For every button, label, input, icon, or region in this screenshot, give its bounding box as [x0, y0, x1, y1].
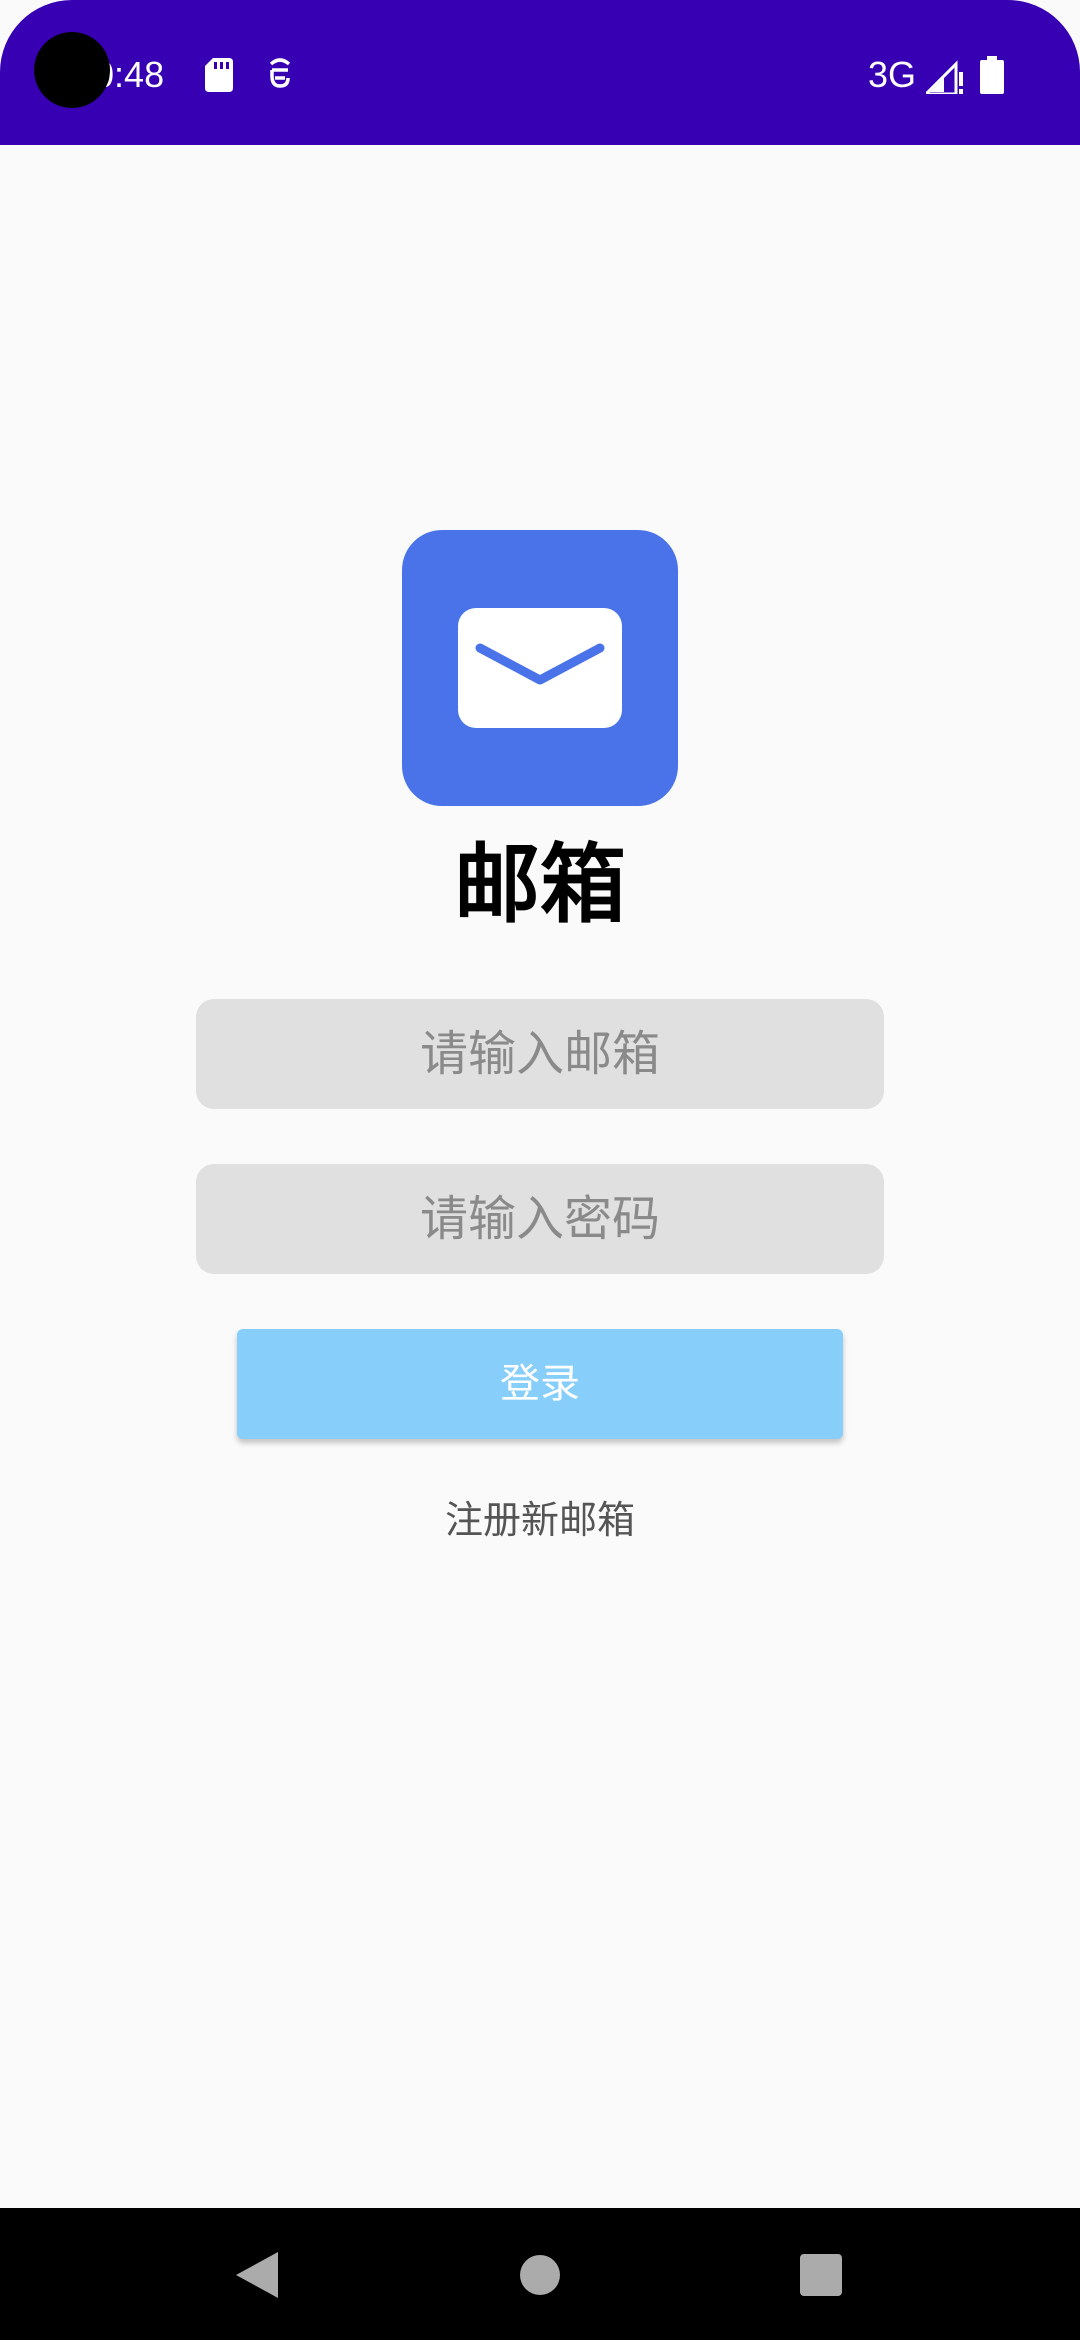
login-button[interactable]: 登录 [237, 1329, 843, 1439]
navigation-bar [0, 2208, 1080, 2340]
debug-icon [269, 58, 291, 88]
register-link[interactable]: 注册新邮箱 [0, 1490, 1080, 1550]
camera-cutout [34, 32, 110, 108]
app-title: 邮箱 [454, 835, 626, 935]
home-icon[interactable] [519, 2254, 561, 2296]
status-bar: 10:48 3G [0, 0, 1080, 145]
app-logo [402, 530, 678, 806]
password-input[interactable] [196, 1164, 884, 1274]
email-input[interactable] [196, 999, 884, 1109]
login-screen: 10:48 3G 邮箱 请输入邮箱 登录 注册新邮箱 [0, 0, 1080, 2340]
signal-icon [926, 60, 963, 94]
recents-icon[interactable] [800, 2254, 842, 2296]
back-icon[interactable] [232, 2250, 280, 2300]
envelope-icon [458, 608, 622, 728]
battery-icon [980, 56, 1004, 94]
network-type: 3G [868, 54, 917, 95]
sd-card-icon [205, 58, 233, 92]
